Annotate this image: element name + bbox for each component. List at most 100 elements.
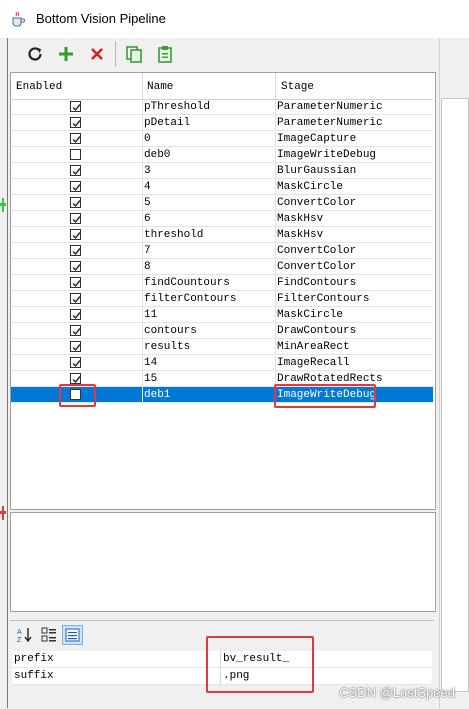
remove-stage-button[interactable] bbox=[85, 42, 109, 66]
property-key: prefix bbox=[14, 653, 54, 665]
plus-icon bbox=[59, 47, 73, 61]
table-row[interactable]: 0 ImageCapture bbox=[11, 131, 433, 147]
table-row[interactable]: filterContours FilterContours bbox=[11, 291, 433, 307]
stage-type-cell[interactable]: BlurGaussian bbox=[277, 163, 356, 179]
enabled-checkbox[interactable] bbox=[70, 341, 81, 352]
checkmark-icon bbox=[72, 104, 81, 112]
green-marker-icon bbox=[0, 198, 6, 212]
add-stage-button[interactable] bbox=[54, 42, 78, 66]
stage-name-cell[interactable]: 0 bbox=[144, 131, 151, 147]
enabled-checkbox[interactable] bbox=[70, 165, 81, 176]
header-stage[interactable]: Stage bbox=[281, 73, 314, 99]
stage-name-cell[interactable]: filterContours bbox=[144, 291, 236, 307]
stage-name-cell[interactable]: pThreshold bbox=[144, 99, 210, 115]
table-row[interactable]: 4 MaskCircle bbox=[11, 179, 433, 195]
enabled-checkbox[interactable] bbox=[70, 149, 81, 160]
stage-name-cell[interactable]: contours bbox=[144, 323, 197, 339]
checkmark-icon bbox=[72, 280, 81, 288]
stage-type-cell[interactable]: ConvertColor bbox=[277, 259, 356, 275]
stage-name-cell[interactable]: 11 bbox=[144, 307, 157, 323]
stage-name-cell[interactable]: pDetail bbox=[144, 115, 190, 131]
stage-type-cell[interactable]: MaskCircle bbox=[277, 179, 343, 195]
table-row[interactable]: contours DrawContours bbox=[11, 323, 433, 339]
enabled-checkbox[interactable] bbox=[70, 101, 81, 112]
table-row[interactable]: 11 MaskCircle bbox=[11, 307, 433, 323]
enabled-checkbox[interactable] bbox=[70, 133, 81, 144]
stage-type-cell[interactable]: ParameterNumeric bbox=[277, 99, 383, 115]
stage-type-cell[interactable]: FilterContours bbox=[277, 291, 369, 307]
enabled-checkbox[interactable] bbox=[70, 229, 81, 240]
enabled-checkbox[interactable] bbox=[70, 277, 81, 288]
stage-type-cell[interactable]: ParameterNumeric bbox=[277, 115, 383, 131]
enabled-checkbox[interactable] bbox=[70, 245, 81, 256]
refresh-button[interactable] bbox=[23, 42, 47, 66]
stage-name-cell[interactable]: 4 bbox=[144, 179, 151, 195]
copy-icon bbox=[126, 46, 142, 63]
property-key: suffix bbox=[14, 670, 54, 682]
enabled-checkbox[interactable] bbox=[70, 213, 81, 224]
stage-type-cell[interactable]: ConvertColor bbox=[277, 195, 356, 211]
stage-name-cell[interactable]: 7 bbox=[144, 243, 151, 259]
table-row[interactable]: 3 BlurGaussian bbox=[11, 163, 433, 179]
stage-name-cell[interactable]: deb1 bbox=[144, 387, 170, 403]
enabled-checkbox[interactable] bbox=[70, 373, 81, 384]
stage-name-cell[interactable]: 5 bbox=[144, 195, 151, 211]
enabled-checkbox[interactable] bbox=[70, 357, 81, 368]
enabled-checkbox[interactable] bbox=[70, 293, 81, 304]
checkmark-icon bbox=[72, 200, 81, 208]
stage-name-cell[interactable]: threshold bbox=[144, 227, 203, 243]
stage-type-cell[interactable]: MinAreaRect bbox=[277, 339, 350, 355]
stage-name-cell[interactable]: 15 bbox=[144, 371, 157, 387]
categorized-icon bbox=[41, 627, 56, 642]
table-row[interactable]: pThreshold ParameterNumeric bbox=[11, 99, 433, 115]
table-row[interactable]: threshold MaskHsv bbox=[11, 227, 433, 243]
stage-name-cell[interactable]: 14 bbox=[144, 355, 157, 371]
table-row[interactable]: 14 ImageRecall bbox=[11, 355, 433, 371]
stage-type-cell[interactable]: DrawContours bbox=[277, 323, 356, 339]
stage-name-cell[interactable]: findCountours bbox=[144, 275, 230, 291]
table-row[interactable]: results MinAreaRect bbox=[11, 339, 433, 355]
stage-type-cell[interactable]: ImageRecall bbox=[277, 355, 350, 371]
enabled-checkbox[interactable] bbox=[70, 261, 81, 272]
svg-text:Z: Z bbox=[17, 637, 22, 644]
categorized-button[interactable] bbox=[40, 626, 58, 644]
toolbar-separator bbox=[115, 41, 116, 67]
header-name[interactable]: Name bbox=[147, 73, 173, 99]
stage-name-cell[interactable]: deb0 bbox=[144, 147, 170, 163]
stage-type-cell[interactable]: ImageCapture bbox=[277, 131, 356, 147]
stage-name-cell[interactable]: 8 bbox=[144, 259, 151, 275]
table-row[interactable]: 7 ConvertColor bbox=[11, 243, 433, 259]
table-row[interactable]: 8 ConvertColor bbox=[11, 259, 433, 275]
property-pages-button[interactable] bbox=[62, 625, 83, 645]
stage-type-cell[interactable]: MaskHsv bbox=[277, 227, 323, 243]
table-row[interactable]: 6 MaskHsv bbox=[11, 211, 433, 227]
stage-name-cell[interactable]: results bbox=[144, 339, 190, 355]
table-row[interactable]: deb0 ImageWriteDebug bbox=[11, 147, 433, 163]
stage-type-cell[interactable]: MaskCircle bbox=[277, 307, 343, 323]
stage-type-cell[interactable]: ConvertColor bbox=[277, 243, 356, 259]
copy-button[interactable] bbox=[122, 42, 146, 66]
stage-name-cell[interactable]: 3 bbox=[144, 163, 151, 179]
header-enabled[interactable]: Enabled bbox=[16, 73, 62, 99]
sort-az-icon: A Z bbox=[17, 628, 32, 644]
enabled-checkbox[interactable] bbox=[70, 325, 81, 336]
table-row[interactable]: pDetail ParameterNumeric bbox=[11, 115, 433, 131]
stage-type-cell[interactable]: MaskHsv bbox=[277, 211, 323, 227]
sort-alpha-button[interactable]: A Z bbox=[16, 626, 34, 644]
enabled-checkbox[interactable] bbox=[70, 117, 81, 128]
column-divider bbox=[142, 99, 143, 404]
checkmark-icon bbox=[72, 264, 81, 272]
right-side-inner-panel bbox=[441, 98, 469, 692]
checkmark-icon bbox=[72, 312, 81, 320]
enabled-checkbox[interactable] bbox=[70, 309, 81, 320]
table-row[interactable]: 5 ConvertColor bbox=[11, 195, 433, 211]
paste-button[interactable] bbox=[153, 42, 177, 66]
table-header bbox=[11, 73, 433, 100]
stage-type-cell[interactable]: ImageWriteDebug bbox=[277, 147, 376, 163]
enabled-checkbox[interactable] bbox=[70, 197, 81, 208]
paste-icon bbox=[158, 46, 172, 63]
stage-name-cell[interactable]: 6 bbox=[144, 211, 151, 227]
enabled-checkbox[interactable] bbox=[70, 181, 81, 192]
stage-type-cell[interactable]: FindContours bbox=[277, 275, 356, 291]
table-row[interactable]: findCountours FindContours bbox=[11, 275, 433, 291]
